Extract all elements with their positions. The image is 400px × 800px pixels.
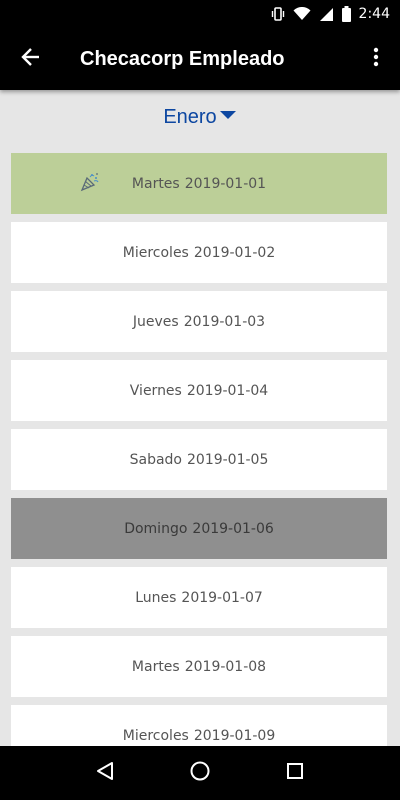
month-dropdown[interactable]: Enero (163, 106, 236, 129)
day-name: Viernes (129, 382, 182, 399)
nav-back-button[interactable] (80, 746, 130, 800)
month-label: Enero (163, 105, 217, 128)
month-row: Enero (0, 90, 400, 144)
day-name: Miercoles (122, 727, 189, 744)
wifi-icon (293, 7, 311, 21)
back-triangle-icon (96, 761, 114, 786)
day-row[interactable]: Lunes 2019-01-07 (11, 567, 387, 628)
day-date: 2019-01-02 (193, 244, 276, 261)
arrow-back-icon (21, 47, 41, 72)
dropdown-triangle-icon (219, 108, 237, 126)
day-list: Martes 2019-01-01 Miercoles 2019-01-02 Jueve… (11, 153, 387, 746)
day-name: Martes (131, 175, 180, 192)
vibrate-icon (271, 6, 285, 22)
day-date: 2019-01-05 (187, 451, 269, 468)
status-bar: 2:44 (0, 0, 400, 28)
battery-icon (341, 6, 351, 22)
day-name: Martes (131, 658, 180, 675)
nav-recents-button[interactable] (270, 746, 320, 800)
status-time: 2:44 (358, 6, 390, 22)
day-row[interactable]: Miercoles 2019-01-02 (11, 222, 387, 283)
day-name: Domingo (124, 520, 188, 537)
day-name: Sabado (129, 451, 182, 468)
day-name: Lunes (135, 589, 177, 606)
party-popper-icon (80, 172, 100, 196)
day-date: 2019-01-06 (192, 520, 274, 537)
day-name: Jueves (132, 313, 179, 330)
nav-home-button[interactable] (175, 746, 225, 800)
day-row[interactable]: Jueves 2019-01-03 (11, 291, 387, 352)
more-vert-icon (373, 47, 379, 72)
app-title: Checacorp Empleado (80, 47, 285, 70)
day-row[interactable]: Miercoles 2019-01-09 (11, 705, 387, 746)
signal-icon (319, 7, 334, 22)
day-date: 2019-01-03 (183, 313, 266, 330)
day-row[interactable]: Martes 2019-01-08 (11, 636, 387, 697)
day-row[interactable]: Viernes 2019-01-04 (11, 360, 387, 421)
day-date: 2019-01-07 (181, 589, 263, 606)
day-date: 2019-01-08 (184, 658, 267, 675)
day-row[interactable]: Sabado 2019-01-05 (11, 429, 387, 490)
home-circle-icon (189, 760, 211, 787)
day-row[interactable]: Martes 2019-01-01 (11, 153, 387, 214)
overflow-menu-button[interactable] (352, 28, 400, 90)
day-date: 2019-01-04 (186, 382, 269, 399)
day-name: Miercoles (122, 244, 189, 261)
day-row[interactable]: Domingo 2019-01-06 (11, 498, 387, 559)
recents-square-icon (286, 762, 304, 785)
back-button[interactable] (0, 28, 62, 90)
day-date: 2019-01-09 (193, 727, 276, 744)
day-date: 2019-01-01 (184, 175, 267, 192)
navigation-bar (0, 746, 400, 800)
app-bar: Checacorp Empleado (0, 28, 400, 90)
